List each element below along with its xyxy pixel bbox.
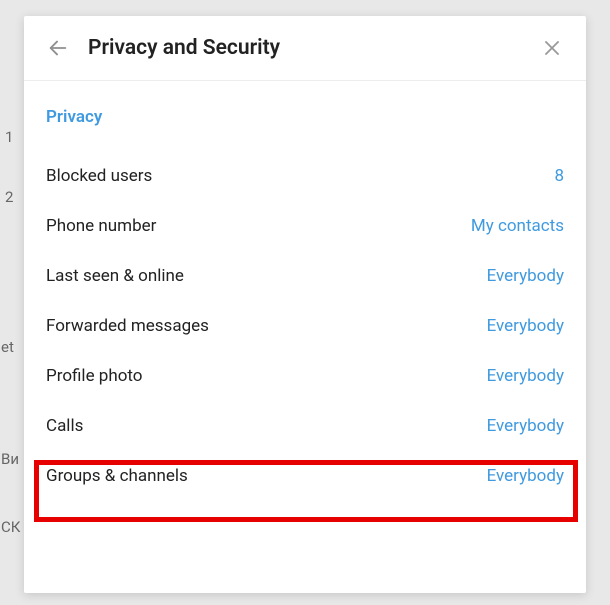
row-label: Groups & channels (46, 466, 188, 486)
row-value: Everybody (487, 316, 564, 336)
row-value: Everybody (487, 466, 564, 486)
bg-text: 1 (5, 128, 13, 146)
row-value: My contacts (471, 216, 564, 236)
close-icon (543, 39, 561, 57)
row-groups-channels[interactable]: Groups & channels Everybody (46, 451, 564, 501)
bg-text: Ви (1, 450, 19, 468)
row-forwarded-messages[interactable]: Forwarded messages Everybody (46, 301, 564, 351)
row-blocked-users[interactable]: Blocked users 8 (46, 151, 564, 201)
arrow-left-icon (47, 37, 69, 59)
close-button[interactable] (538, 34, 566, 62)
row-label: Profile photo (46, 366, 143, 386)
row-label: Phone number (46, 216, 156, 236)
row-last-seen[interactable]: Last seen & online Everybody (46, 251, 564, 301)
row-value: 8 (554, 166, 564, 186)
privacy-security-modal: Privacy and Security Privacy Blocked use… (24, 16, 586, 593)
row-label: Blocked users (46, 166, 152, 186)
row-profile-photo[interactable]: Profile photo Everybody (46, 351, 564, 401)
bg-text: СК (1, 518, 20, 536)
row-phone-number[interactable]: Phone number My contacts (46, 201, 564, 251)
bg-text: et (1, 338, 14, 356)
modal-content: Privacy Blocked users 8 Phone number My … (24, 81, 586, 593)
page-title: Privacy and Security (88, 36, 538, 60)
row-label: Forwarded messages (46, 316, 209, 336)
row-value: Everybody (487, 416, 564, 436)
row-value: Everybody (487, 366, 564, 386)
modal-header: Privacy and Security (24, 16, 586, 81)
row-calls[interactable]: Calls Everybody (46, 401, 564, 451)
row-value: Everybody (487, 266, 564, 286)
bg-text: 2 (5, 188, 13, 206)
back-button[interactable] (44, 34, 72, 62)
row-label: Last seen & online (46, 266, 184, 286)
row-label: Calls (46, 416, 83, 436)
section-title-privacy: Privacy (46, 107, 564, 127)
